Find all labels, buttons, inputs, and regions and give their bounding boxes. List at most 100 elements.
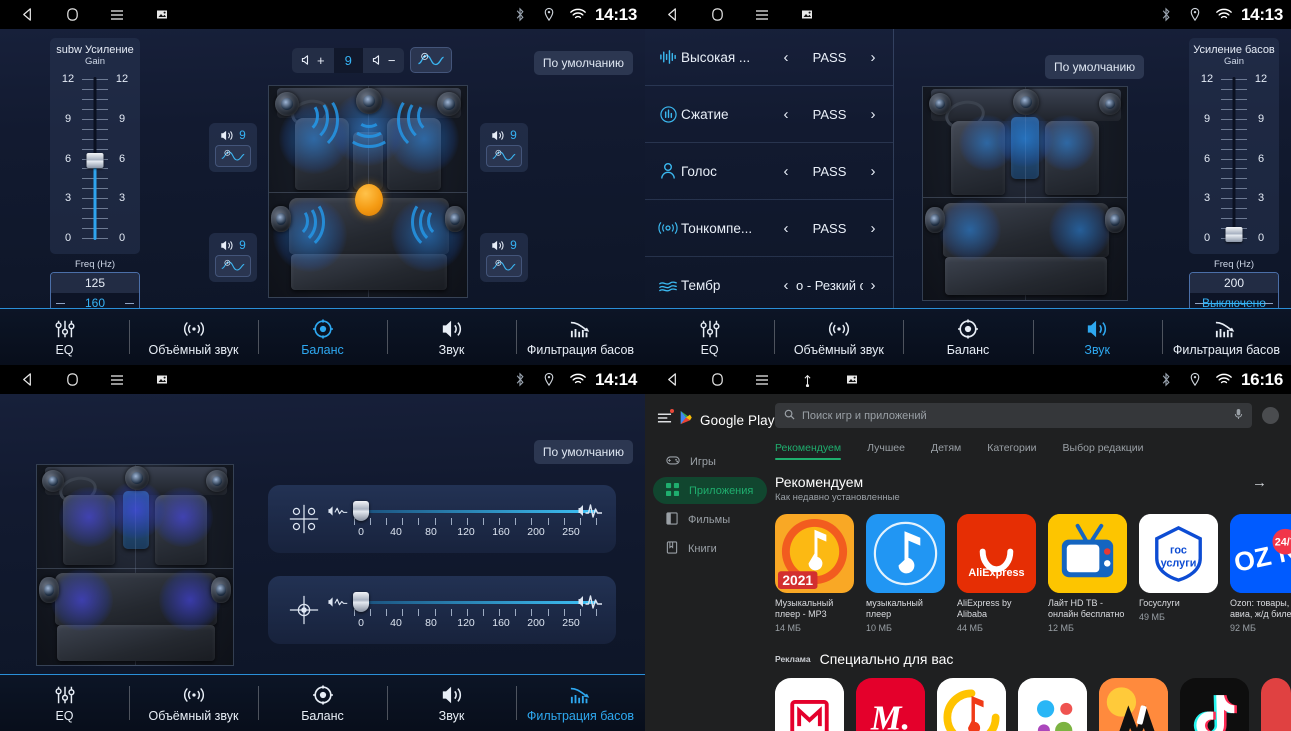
nav-item-eq[interactable]: EQ <box>645 309 774 365</box>
effect-next-arrow[interactable]: › <box>863 163 883 180</box>
default-button[interactable]: По умолчанию <box>1045 55 1145 79</box>
effect-row-high[interactable]: Высокая ... ‹ PASS › <box>645 29 893 86</box>
effect-next-arrow[interactable]: › <box>863 49 883 66</box>
nav-item-bass-filter[interactable]: Фильтрация басов <box>516 309 645 365</box>
sidebar-item-books[interactable]: Книги <box>653 535 767 562</box>
nav-item-balance[interactable]: Баланс <box>258 675 387 731</box>
aliexpress-icon[interactable]: AliExpress <box>957 514 1036 593</box>
nav-item-eq[interactable]: EQ <box>0 675 129 731</box>
volume-up-button[interactable]: + <box>292 48 334 73</box>
nav-item-bass-filter[interactable]: Фильтрация басов <box>1161 309 1291 365</box>
effect-row-compression[interactable]: Сжатие ‹ PASS › <box>645 86 893 143</box>
sidebar-item-games[interactable]: Игры <box>653 448 767 475</box>
back-icon[interactable] <box>18 371 36 389</box>
car-balance-diagram[interactable] <box>268 85 468 298</box>
speaker-control-front-right[interactable]: 9 <box>480 123 528 172</box>
speaker-control-front-left[interactable]: 9 <box>209 123 257 172</box>
nav-item-eq[interactable]: EQ <box>0 309 129 365</box>
speaker-waveform-button[interactable] <box>215 145 251 167</box>
microphone-icon[interactable] <box>1234 408 1243 423</box>
tiktok-icon[interactable] <box>1180 678 1249 731</box>
crossover-knob[interactable] <box>353 592 369 612</box>
balance-position-marker[interactable] <box>355 184 383 216</box>
screenshot-icon[interactable] <box>798 6 816 24</box>
effect-prev-arrow[interactable]: ‹ <box>776 49 796 66</box>
volume-down-button[interactable]: − <box>363 48 405 73</box>
crossover-slider-speakers[interactable]: 0 40 80 120 160 200 250 <box>328 493 602 545</box>
sidebar-item-movies[interactable]: Фильмы <box>653 506 767 533</box>
home-icon[interactable] <box>63 371 81 389</box>
black-m-icon[interactable] <box>1099 678 1168 731</box>
nav-item-surround[interactable]: Объёмный звук <box>129 675 258 731</box>
app-card[interactable]: 2021 Музыкальный плеер - MP3 плеер , Пле… <box>775 514 854 633</box>
home-icon[interactable] <box>708 6 726 24</box>
freq-option-above[interactable]: 125 <box>51 273 139 293</box>
dots-colored-icon[interactable] <box>1018 678 1087 731</box>
master-waveform-button[interactable] <box>410 47 453 73</box>
effect-row-timbre[interactable]: Тембр ‹ о - Резкий спа › <box>645 257 893 314</box>
crossover-knob[interactable] <box>353 501 369 521</box>
nav-item-balance[interactable]: Баланс <box>258 309 387 365</box>
magnit-icon[interactable] <box>775 678 844 731</box>
screenshot-icon[interactable] <box>153 6 171 24</box>
effect-prev-arrow[interactable]: ‹ <box>776 277 796 294</box>
effect-row-voice[interactable]: Голос ‹ PASS › <box>645 143 893 200</box>
tv-icon[interactable] <box>1048 514 1127 593</box>
nav-item-sound[interactable]: Звук <box>1032 309 1162 365</box>
effect-row-loudness[interactable]: Тонкомпе... ‹ PASS › <box>645 200 893 257</box>
app-card[interactable]: гос услуги Госуслуги 49 МБ <box>1139 514 1218 633</box>
tab-kids[interactable]: Детям <box>931 442 961 460</box>
speaker-control-rear-left[interactable]: 9 <box>209 233 257 282</box>
home-icon[interactable] <box>708 371 726 389</box>
effect-prev-arrow[interactable]: ‹ <box>776 220 796 237</box>
avatar[interactable] <box>1262 407 1279 424</box>
nav-item-sound[interactable]: Звук <box>387 309 516 365</box>
screenshot-icon[interactable] <box>843 371 861 389</box>
nav-item-bass-filter[interactable]: Фильтрация басов <box>516 675 645 731</box>
tab-categories[interactable]: Категории <box>987 442 1036 460</box>
nav-item-surround[interactable]: Объёмный звук <box>129 309 258 365</box>
app-card[interactable]: OZ N24/7 Ozon: товары, авиа, ж/д билеты … <box>1230 514 1291 633</box>
back-icon[interactable] <box>663 371 681 389</box>
effect-prev-arrow[interactable]: ‹ <box>776 106 796 123</box>
back-icon[interactable] <box>18 6 36 24</box>
hamburger-menu-icon[interactable] <box>657 409 674 429</box>
speaker-waveform-button[interactable] <box>486 145 522 167</box>
ozon-icon[interactable]: OZ N24/7 <box>1230 514 1291 593</box>
effect-prev-arrow[interactable]: ‹ <box>776 163 796 180</box>
menu-icon[interactable] <box>108 371 126 389</box>
nav-item-balance[interactable]: Баланс <box>903 309 1032 365</box>
bass-boost-slider[interactable]: 12 9 6 3 0 12 9 6 3 0 <box>1193 71 1275 246</box>
effect-next-arrow[interactable]: › <box>863 106 883 123</box>
nav-item-surround[interactable]: Объёмный звук <box>774 309 903 365</box>
menu-icon[interactable] <box>108 6 126 24</box>
screenshot-icon[interactable] <box>153 371 171 389</box>
bass-filter-row-speakers[interactable]: 0 40 80 120 160 200 250 <box>268 485 616 553</box>
speaker-waveform-button[interactable] <box>486 255 522 277</box>
yandex-music-icon[interactable] <box>937 678 1006 731</box>
nav-item-sound[interactable]: Звук <box>387 675 516 731</box>
bass-filter-row-subwoofer[interactable]: 0 40 80 120 160 200 250 <box>268 576 616 644</box>
effect-next-arrow[interactable]: › <box>863 277 883 294</box>
tab-editors-choice[interactable]: Выбор редакции <box>1063 442 1144 460</box>
crossover-slider-subwoofer[interactable]: 0 40 80 120 160 200 250 <box>328 584 602 636</box>
mvideo-icon[interactable]: M. <box>856 678 925 731</box>
menu-icon[interactable] <box>753 6 771 24</box>
sidebar-item-apps[interactable]: Приложения <box>653 477 767 504</box>
effect-next-arrow[interactable]: › <box>863 220 883 237</box>
section-more-arrow[interactable]: → <box>1252 474 1291 491</box>
speaker-waveform-button[interactable] <box>215 255 251 277</box>
menu-icon[interactable] <box>753 371 771 389</box>
music-player-2021-icon[interactable]: 2021 <box>775 514 854 593</box>
tab-recommended[interactable]: Рекомендуем <box>775 442 842 460</box>
freq-option-above[interactable]: 200 <box>1190 273 1278 293</box>
app-card[interactable]: AliExpress AliExpress by Alibaba 44 МБ <box>957 514 1036 633</box>
app-card[interactable]: музыкальный плеер 10 МБ <box>866 514 945 633</box>
home-icon[interactable] <box>63 6 81 24</box>
tab-best[interactable]: Лучшее <box>867 442 905 460</box>
default-button[interactable]: По умолчанию <box>533 51 633 75</box>
app-card[interactable]: Лайт HD ТВ - онлайн бесплатно 12 МБ <box>1048 514 1127 633</box>
default-button[interactable]: По умолчанию <box>533 440 633 464</box>
partial-ad-icon[interactable] <box>1261 678 1291 731</box>
music-note-blue-icon[interactable] <box>866 514 945 593</box>
